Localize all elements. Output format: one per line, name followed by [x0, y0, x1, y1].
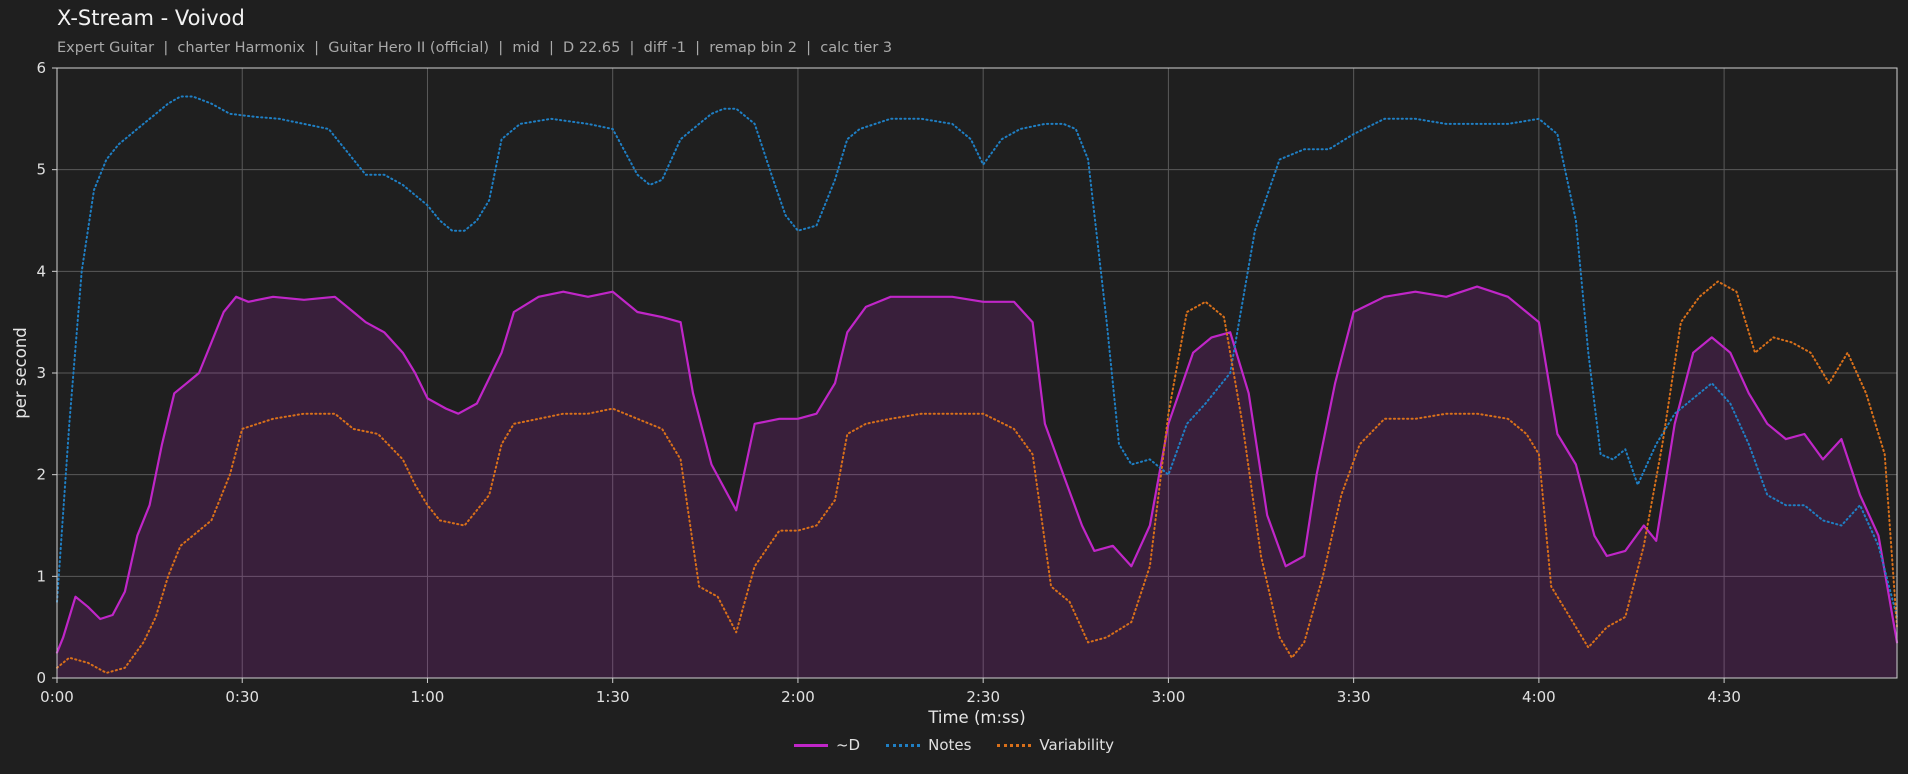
y-axis-ticks: 0 1 2 3 4 5 6 [36, 59, 57, 687]
legend-item-notes: Notes [886, 736, 971, 754]
x-tick-label: 3:30 [1337, 688, 1371, 706]
x-tick-label: 3:00 [1152, 688, 1186, 706]
y-tick-label: 4 [36, 262, 46, 280]
x-tick-label: 0:00 [40, 688, 74, 706]
x-tick-label: 1:00 [411, 688, 445, 706]
line-chart: 0:00 0:30 1:00 1:30 2:00 2:30 3:00 3:30 4:00 4:30… [11, 59, 1899, 727]
chart-legend: ~D Notes Variability [0, 736, 1908, 754]
legend-label: ~D [835, 736, 861, 754]
x-axis-ticks: 0:00 0:30 1:00 1:30 2:00 2:30 3:00 3:30 4:00 4:30 [40, 678, 1741, 706]
legend-item-variability: Variability [997, 736, 1114, 754]
legend-swatch [886, 743, 921, 747]
y-tick-label: 5 [36, 161, 46, 179]
x-tick-label: 2:30 [966, 688, 1000, 706]
legend-swatch [793, 743, 828, 747]
x-tick-label: 1:30 [596, 688, 630, 706]
x-tick-label: 2:00 [781, 688, 815, 706]
y-tick-label: 0 [36, 669, 46, 687]
y-tick-label: 1 [36, 567, 46, 585]
y-tick-label: 3 [36, 364, 46, 382]
x-tick-label: 0:30 [225, 688, 259, 706]
legend-swatch [997, 743, 1032, 747]
y-tick-label: 2 [36, 466, 46, 484]
x-tick-label: 4:00 [1522, 688, 1556, 706]
y-axis-label: per second [11, 327, 30, 419]
y-tick-label: 6 [36, 59, 46, 77]
legend-item-d: ~D [793, 736, 861, 754]
x-tick-label: 4:30 [1707, 688, 1741, 706]
x-axis-label: Time (m:ss) [927, 708, 1025, 727]
legend-label: Notes [928, 736, 972, 754]
legend-label: Variability [1039, 736, 1115, 754]
